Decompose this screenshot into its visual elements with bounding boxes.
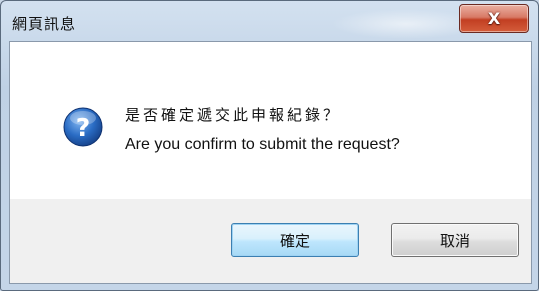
dialog-content: ? 是否確定遞交此申報紀錄？ Are you confirm to submit… <box>9 41 532 284</box>
ok-button-label: 確定 <box>279 231 310 250</box>
dialog-window: 網頁訊息 X ? 是否確定遞交此申報紀錄？ Are you confirm to <box>0 0 539 291</box>
svg-text:?: ? <box>76 113 91 142</box>
cancel-button[interactable]: 取消 <box>391 223 519 257</box>
message-area: ? 是否確定遞交此申報紀錄？ Are you confirm to submit… <box>10 42 531 199</box>
message-text-english: Are you confirm to submit the request? <box>125 136 400 153</box>
title-bar[interactable]: 網頁訊息 X <box>1 1 538 41</box>
question-help-icon: ? <box>63 107 103 147</box>
message-text-chinese: 是否確定遞交此申報紀錄？ <box>125 106 342 124</box>
cancel-button-label: 取消 <box>439 231 470 250</box>
window-title: 網頁訊息 <box>12 15 77 33</box>
close-icon: X <box>487 9 501 28</box>
close-button[interactable]: X <box>459 4 529 33</box>
ok-button[interactable]: 確定 <box>231 223 359 257</box>
